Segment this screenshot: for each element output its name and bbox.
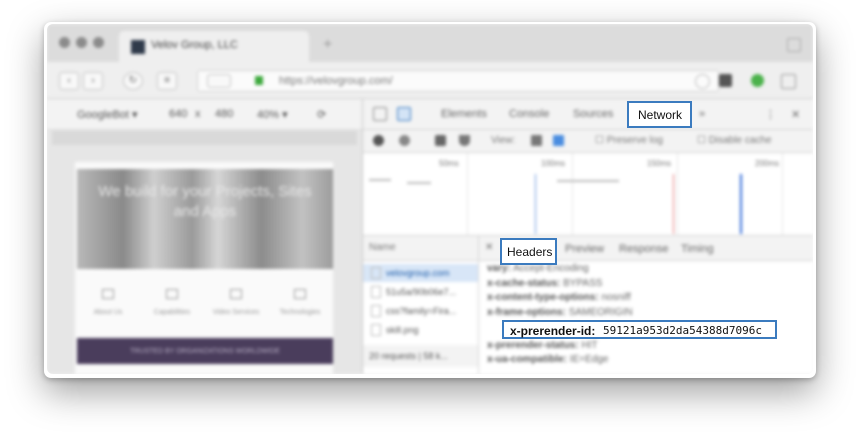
extension-green-icon[interactable]: [751, 74, 764, 87]
header-line: x-frame-options: SAMEORIGIN: [487, 307, 633, 318]
tab-title: Velov Group, LLC: [151, 39, 238, 51]
tab-headers[interactable]: Headers: [500, 238, 557, 265]
extension-icon[interactable]: [719, 74, 732, 87]
header-line: x-content-type-options: nosniff: [487, 292, 631, 303]
feature-capabilities[interactable]: Capabilities: [147, 289, 197, 316]
prerender-id-value: 59121a953d2da54388d7096c: [603, 324, 762, 337]
timeline-bar: [407, 182, 431, 184]
header-line: x-cache-status: BYPASS: [487, 278, 603, 289]
feature-video[interactable]: Video Services: [211, 289, 261, 316]
new-tab-icon[interactable]: +: [323, 36, 332, 54]
media-query-bar[interactable]: [52, 131, 357, 145]
timeline-bar: [369, 179, 391, 181]
timeline-gridline: [677, 153, 678, 235]
prerender-id-header: x-prerender-id: 59121a953d2da54388d7096c: [502, 320, 777, 339]
disable-cache-checkbox[interactable]: ☐ Disable cache: [697, 135, 772, 146]
prerender-id-name: x-prerender-id:: [510, 324, 596, 338]
device-height[interactable]: 480: [215, 108, 233, 120]
preserve-log-checkbox[interactable]: ☐ Preserve log: [595, 135, 663, 146]
timeline-gridline: [572, 153, 573, 235]
filter-icon[interactable]: [459, 135, 470, 146]
tab-timing[interactable]: Timing: [681, 243, 714, 255]
camera-icon[interactable]: [435, 135, 446, 146]
url-text: https://velovgroup.com/: [279, 75, 393, 87]
more-tabs-icon[interactable]: »: [699, 108, 705, 120]
tab-console[interactable]: Console: [509, 108, 549, 120]
minimize-window-button[interactable]: [76, 37, 87, 48]
list-view-icon[interactable]: [531, 135, 542, 146]
share-icon[interactable]: [781, 74, 796, 89]
rotate-icon[interactable]: ⟳: [317, 108, 326, 121]
back-button[interactable]: ‹: [59, 72, 79, 90]
forward-button[interactable]: ›: [83, 72, 103, 90]
header-line: x-ua-compatible: IE=Edge: [487, 354, 609, 365]
browser-window: Velov Group, LLC + ‹ › ↻ ≡ https://velov…: [47, 24, 813, 374]
favicon-icon: [131, 40, 145, 54]
close-devtools-icon[interactable]: ✕: [791, 108, 800, 121]
timeline-tick: 50ms: [439, 159, 459, 168]
reader-view-button[interactable]: ≡: [157, 72, 177, 90]
device-mode-icon[interactable]: [397, 107, 411, 121]
capabilities-icon: [166, 289, 178, 299]
page-banner: TRUSTED BY ORGANIZATIONS WORLDWIDE: [77, 338, 333, 364]
close-detail-icon[interactable]: ✕: [485, 242, 493, 253]
timeline-bar: [557, 180, 619, 182]
timeline-tick: 100ms: [541, 159, 566, 168]
network-timeline: [363, 153, 813, 236]
inspect-icon[interactable]: [373, 107, 387, 121]
timeline-tick: 200ms: [755, 159, 780, 168]
hero-text: We build for your Projects, Sites and Ap…: [98, 183, 312, 220]
device-width[interactable]: 640: [169, 108, 187, 120]
device-select[interactable]: GoogleBot ▾: [77, 108, 138, 121]
finish-line: [740, 174, 742, 234]
requests-summary: 20 requests | 58 k...: [363, 345, 478, 367]
bookmark-icon[interactable]: [695, 74, 710, 89]
video-icon: [230, 289, 242, 299]
lock-icon: [255, 76, 263, 85]
about-icon: [102, 289, 114, 299]
tab-network[interactable]: Network: [627, 101, 692, 128]
clear-icon[interactable]: [399, 135, 410, 146]
code-icon: [294, 289, 306, 299]
feature-about[interactable]: About Us: [83, 289, 133, 316]
request-row[interactable]: 51u5a/90b06e7...: [363, 283, 478, 301]
tab-response[interactable]: Response: [619, 243, 669, 255]
view-label: View:: [491, 135, 516, 146]
feature-technologies[interactable]: Technologies: [275, 289, 325, 316]
maximize-window-button[interactable]: [93, 37, 104, 48]
tab-preview[interactable]: Preview: [565, 243, 604, 255]
banner-text: TRUSTED BY ORGANIZATIONS WORLDWIDE: [130, 348, 280, 355]
tab-sources[interactable]: Sources: [573, 108, 613, 120]
zoom-select[interactable]: 40% ▾: [257, 108, 288, 121]
timeline-gridline: [467, 153, 468, 235]
dom-content-loaded-line: [535, 174, 536, 234]
url-input[interactable]: [197, 70, 719, 92]
record-icon[interactable]: [373, 135, 384, 146]
request-row[interactable]: skill.png: [363, 321, 478, 339]
header-line: x-prerender-status: HIT: [487, 340, 598, 351]
timeline-tick: 150ms: [647, 159, 672, 168]
request-row[interactable]: css?family=Fira...: [363, 302, 478, 320]
tab-elements[interactable]: Elements: [441, 108, 487, 120]
timeline-gridline: [782, 153, 783, 235]
close-window-button[interactable]: [59, 37, 70, 48]
load-event-line: [673, 174, 674, 234]
kebab-menu-icon[interactable]: ⋮: [765, 108, 776, 121]
times-icon: x: [195, 108, 201, 120]
request-row[interactable]: velovgroup.com: [363, 264, 478, 282]
reload-button[interactable]: ↻: [123, 72, 143, 90]
profile-icon[interactable]: [787, 38, 801, 52]
waterfall-view-icon[interactable]: [553, 135, 564, 146]
site-info-icon[interactable]: [207, 74, 231, 88]
name-column-header[interactable]: Name: [363, 236, 478, 261]
